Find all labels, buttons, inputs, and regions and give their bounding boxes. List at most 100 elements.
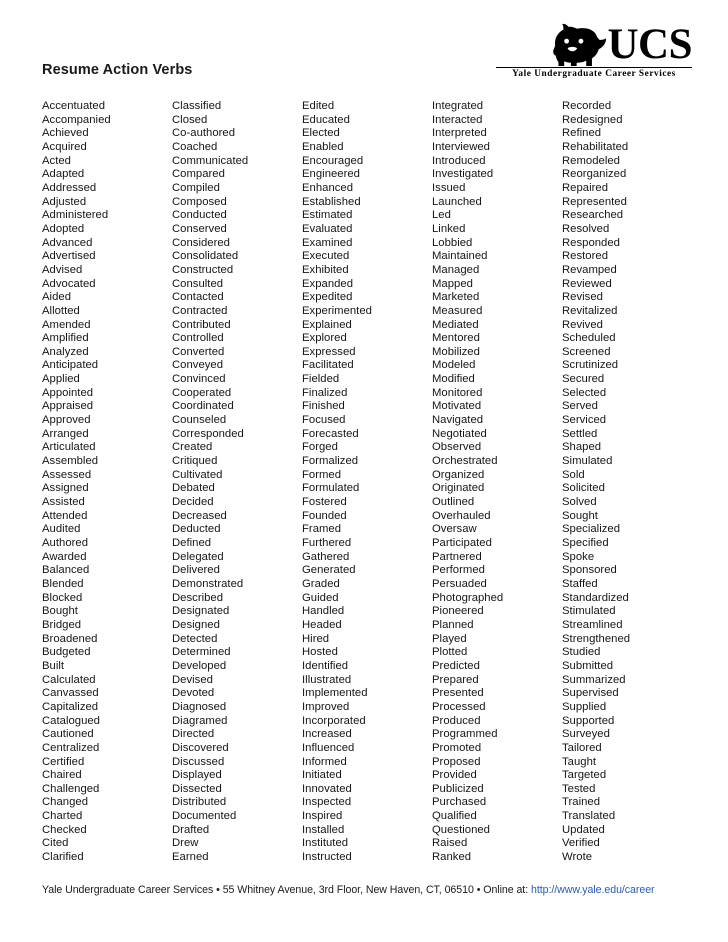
verb-item: Detected	[172, 632, 218, 645]
verb-item: Engineered	[302, 168, 360, 181]
verb-item: Coordinated	[172, 400, 234, 413]
verb-item: Devised	[172, 673, 213, 686]
verb-item: Originated	[432, 482, 485, 495]
verb-item: Serviced	[562, 414, 607, 427]
verb-item: Balanced	[42, 564, 90, 577]
verb-item: Built	[42, 659, 65, 672]
verb-item: Pioneered	[432, 605, 484, 618]
verb-item: Composed	[172, 195, 227, 208]
verb-item: Specialized	[562, 523, 620, 536]
verb-item: Assigned	[42, 482, 89, 495]
verb-item: Finished	[302, 400, 345, 413]
verb-item: Displayed	[172, 769, 222, 782]
verb-item: Canvassed	[42, 687, 99, 700]
career-website-link[interactable]: http://www.yale.edu/career	[531, 884, 655, 896]
verb-item: Convinced	[172, 373, 226, 386]
verb-item: Outlined	[432, 496, 475, 509]
verb-item: Headed	[302, 618, 342, 631]
verb-item: Deducted	[172, 523, 221, 536]
verb-item: Diagnosed	[172, 700, 227, 713]
verb-item: Illustrated	[302, 673, 352, 686]
verb-item: Cultivated	[172, 468, 223, 481]
verb-item: Refined	[562, 127, 602, 140]
verb-item: Taught	[562, 755, 597, 768]
verb-item: Facilitated	[302, 359, 354, 372]
verb-item: Mapped	[432, 277, 473, 290]
verb-item: Researched	[562, 209, 624, 222]
verb-item: Expressed	[302, 345, 356, 358]
verb-item: Participated	[432, 537, 492, 549]
verb-item: Processed	[432, 700, 486, 713]
verb-item: Organized	[432, 468, 485, 481]
bulldog-icon	[553, 23, 607, 67]
verb-column-2: Classified Closed Co-authored Coached Co…	[172, 100, 302, 865]
verb-item: Programmed	[432, 728, 498, 741]
verb-item: Tailored	[562, 741, 602, 754]
verb-item: Sold	[562, 468, 585, 481]
verb-item: Acquired	[42, 140, 87, 153]
verb-item: Debated	[172, 482, 215, 495]
verb-item: Contracted	[172, 304, 228, 317]
verb-item: Questioned	[432, 823, 490, 836]
verb-item: Designated	[172, 605, 230, 618]
verb-item: Solicited	[562, 482, 605, 495]
verb-item: Modeled	[432, 359, 476, 372]
verb-item: Fielded	[302, 373, 340, 386]
verb-item: Reorganized	[562, 168, 627, 181]
page-title: Resume Action Verbs	[42, 62, 193, 78]
verb-item: Expedited	[302, 291, 353, 304]
verb-item: Innovated	[302, 782, 352, 795]
verb-item: Explored	[302, 332, 347, 345]
verb-item: Measured	[432, 304, 483, 317]
verb-item: Compiled	[172, 181, 220, 194]
verb-item: Approved	[42, 414, 91, 427]
verb-item: Decreased	[172, 509, 227, 522]
verb-item: Informed	[302, 755, 347, 768]
verb-item: Decided	[172, 496, 214, 509]
verb-item: Rehabilitated	[562, 140, 629, 153]
verb-item: Mentored	[432, 332, 480, 345]
verb-item: Installed	[302, 823, 345, 836]
verb-item: Predicted	[432, 659, 480, 672]
verb-item: Determined	[172, 646, 231, 659]
verb-item: Maintained	[432, 250, 488, 263]
verb-item: Introduced	[432, 154, 486, 167]
verb-item: Examined	[302, 236, 353, 249]
verb-item: Investigated	[432, 168, 494, 181]
verb-item: Verified	[562, 837, 600, 850]
verb-item: Scheduled	[562, 332, 616, 345]
verb-item: Focused	[302, 414, 346, 427]
verb-item: Initiated	[302, 769, 342, 782]
verb-item: Established	[302, 195, 361, 208]
verb-item: Discussed	[172, 755, 225, 768]
verb-item: Inspired	[302, 810, 343, 823]
verb-item: Clarified	[42, 851, 84, 864]
verb-item: Conveyed	[172, 359, 224, 372]
verb-item: Directed	[172, 728, 215, 741]
verb-item: Played	[432, 632, 467, 645]
verb-item: Changed	[42, 796, 88, 809]
verb-item: Edited	[302, 100, 335, 112]
verb-item: Responded	[562, 236, 620, 249]
verb-item: Constructed	[172, 263, 234, 276]
verb-item: Presented	[432, 687, 484, 700]
verb-item: Reviewed	[562, 277, 612, 290]
verb-item: Issued	[432, 181, 466, 194]
verb-item: Experimented	[302, 304, 372, 317]
logo-subtitle: Yale Undergraduate Career Services	[512, 69, 676, 79]
verb-item: Interviewed	[432, 140, 490, 153]
verb-item: Enhanced	[302, 181, 354, 194]
verb-item: Classified	[172, 100, 222, 112]
verb-item: Advanced	[42, 236, 93, 249]
verb-item: Diagramed	[172, 714, 228, 727]
verb-item: Drew	[172, 837, 199, 850]
verb-item: Translated	[562, 810, 616, 823]
verb-item: Devoted	[172, 687, 215, 700]
verb-item: Purchased	[432, 796, 487, 809]
verb-item: Allotted	[42, 304, 80, 317]
verb-item: Administered	[42, 209, 109, 222]
verb-item: Enabled	[302, 140, 344, 153]
verb-item: Sponsored	[562, 564, 617, 577]
verb-item: Advised	[42, 263, 83, 276]
verb-item: Attended	[42, 509, 88, 522]
